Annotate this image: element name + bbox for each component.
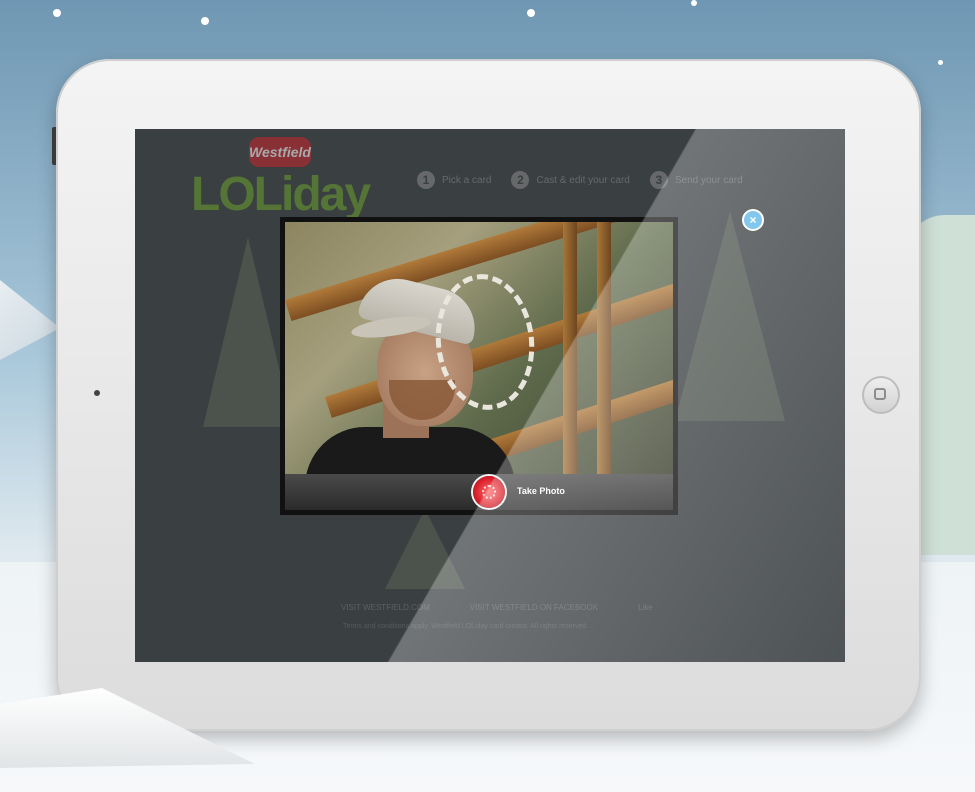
footer-links: VISIT WESTFIELD.COM VISIT WESTFIELD ON F… — [341, 603, 653, 612]
camera-preview — [285, 222, 673, 474]
home-button[interactable] — [862, 376, 900, 414]
wood-post — [563, 222, 577, 474]
tablet-side-key — [52, 127, 56, 165]
snowflake — [201, 17, 209, 25]
take-photo-button[interactable] — [473, 476, 505, 508]
wood-post — [597, 222, 611, 474]
step-label: Send your card — [674, 174, 743, 186]
step-send-card[interactable]: 3 Send your card — [649, 171, 743, 189]
tablet-screen: Westfield LOLiday 1 Pick a card 2 Cast &… — [135, 129, 845, 662]
steps-nav: 1 Pick a card 2 Cast & edit your card 3 … — [417, 171, 743, 189]
close-modal-button[interactable]: × — [744, 211, 762, 229]
camera-modal: Take Photo — [280, 217, 678, 515]
take-photo-label[interactable]: Take Photo — [517, 486, 565, 496]
snowy-tree — [385, 509, 465, 589]
step-number: 3 — [649, 171, 668, 189]
camera-shutter-icon — [482, 485, 496, 499]
brand-logo: Westfield — [249, 137, 311, 167]
home-button-icon — [874, 388, 886, 400]
step-pick-card[interactable]: 1 Pick a card — [417, 171, 491, 189]
step-label: Pick a card — [442, 174, 492, 186]
snowflake — [527, 9, 535, 17]
front-camera-icon — [94, 390, 100, 396]
snowflake — [53, 9, 61, 17]
footer-link-facebook[interactable]: VISIT WESTFIELD ON FACEBOOK — [470, 603, 598, 612]
facebook-like-button[interactable]: Like — [638, 603, 653, 612]
tablet-device: Westfield LOLiday 1 Pick a card 2 Cast &… — [52, 59, 921, 731]
step-number: 1 — [417, 171, 435, 189]
snowflake — [691, 0, 697, 6]
footer-link-westfield[interactable]: VISIT WESTFIELD.COM — [341, 603, 430, 612]
snowy-tree — [675, 211, 785, 421]
step-number: 2 — [511, 171, 530, 189]
footer-legal-text: Terms and conditions apply. Westfield LO… — [343, 623, 589, 630]
step-cast-edit[interactable]: 2 Cast & edit your card — [511, 171, 630, 189]
background-tent — [0, 280, 60, 360]
snowflake — [938, 60, 943, 65]
camera-toolbar: Take Photo — [285, 474, 673, 510]
close-icon: × — [749, 213, 757, 227]
step-label: Cast & edit your card — [536, 174, 630, 186]
